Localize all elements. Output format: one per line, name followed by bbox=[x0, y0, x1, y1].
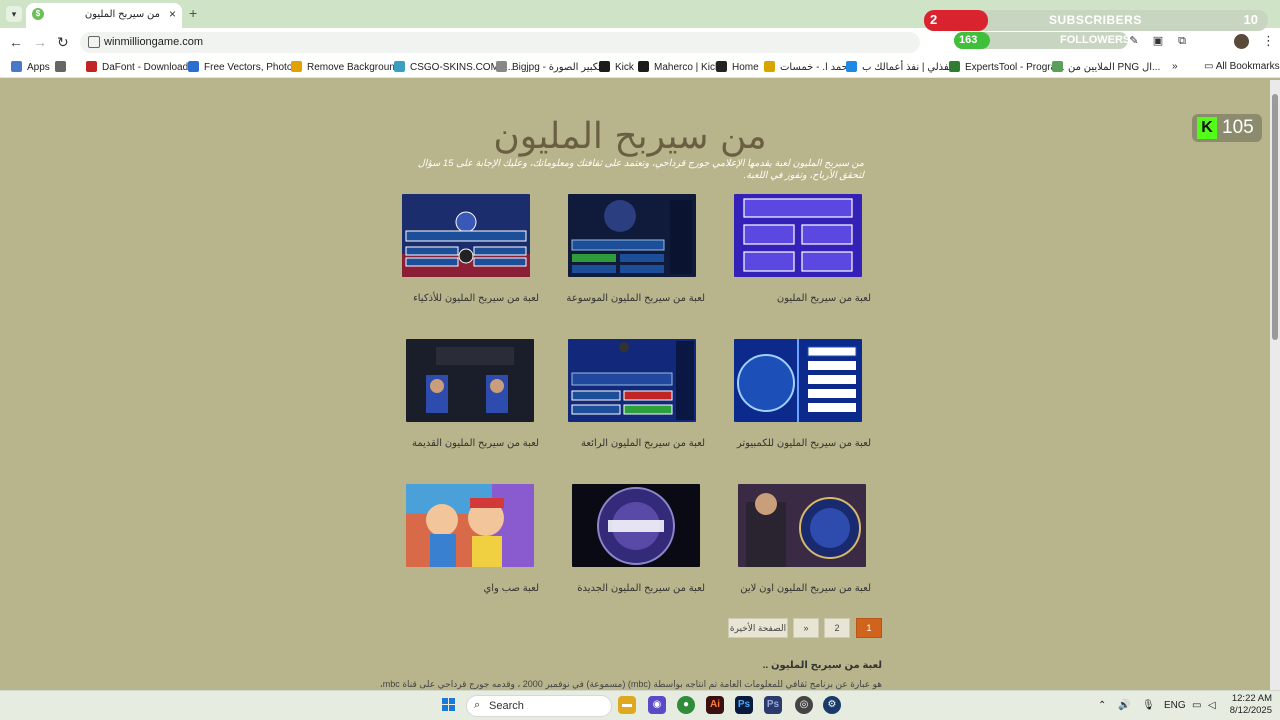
followers-goal-bar: 163 FOLLOWERS bbox=[954, 32, 1131, 49]
folder-icon: ▭ bbox=[1204, 61, 1216, 72]
followers-goal: 300 bbox=[1210, 35, 1227, 46]
game-thumbnail[interactable] bbox=[402, 194, 530, 277]
tab-title: من سيربح المليون bbox=[84, 9, 160, 20]
steam-icon[interactable]: ⚙ bbox=[823, 696, 841, 714]
forward-arrow-icon[interactable]: → bbox=[33, 34, 47, 50]
page-title: من سيربح المليون bbox=[493, 116, 767, 157]
bookmark-kick[interactable]: Kick bbox=[599, 61, 634, 75]
kick-count: 105 bbox=[1222, 117, 1254, 138]
tab-close-icon[interactable]: × bbox=[169, 7, 176, 21]
bookmark-apps[interactable]: Apps bbox=[11, 61, 50, 75]
speaker-icon[interactable]: ◁ bbox=[1208, 700, 1216, 711]
kick-viewers-badge: K 105 bbox=[1192, 114, 1262, 142]
language-indicator[interactable]: ENG bbox=[1164, 700, 1186, 711]
page-2-button[interactable]: 2 bbox=[824, 618, 850, 638]
game-thumbnail[interactable] bbox=[734, 194, 862, 277]
subscribers-goal-bar: 2 SUBSCRIBERS 10 bbox=[924, 10, 1268, 31]
kick-logo-icon: K bbox=[1197, 117, 1217, 139]
bookmark-bigjpg[interactable]: Bigjpg - تكبير الصورة bbox=[496, 61, 601, 75]
image-icon[interactable]: ▣ bbox=[1151, 34, 1165, 48]
volume-icon[interactable]: 🔊 bbox=[1118, 700, 1130, 711]
clock-date: 8/12/2025 bbox=[1229, 705, 1272, 716]
section-heading: لعبة من سيربح المليون .. bbox=[762, 660, 882, 671]
new-tab-icon[interactable]: + bbox=[189, 5, 197, 21]
discord-icon[interactable]: ◉ bbox=[648, 696, 666, 714]
illustrator-icon[interactable]: Ai bbox=[706, 696, 724, 714]
game-thumbnail[interactable] bbox=[572, 484, 700, 567]
bookmark-png[interactable]: الملايين من PNG ال... bbox=[1052, 61, 1160, 75]
file-explorer-icon[interactable]: ▬ bbox=[618, 696, 636, 714]
clock-time: 12:22 AM bbox=[1231, 693, 1272, 704]
scrollbar-thumb[interactable] bbox=[1272, 94, 1278, 340]
game-caption[interactable]: لعبة صب واي bbox=[319, 583, 539, 594]
photoshop-alt-icon[interactable]: Ps bbox=[764, 696, 782, 714]
address-url: winmilliongame.com bbox=[104, 36, 204, 48]
followers-count: 163 bbox=[959, 34, 978, 46]
reload-icon[interactable]: ↻ bbox=[57, 34, 69, 51]
chrome-icon[interactable]: ● bbox=[677, 696, 695, 714]
address-bar[interactable]: winmilliongame.com bbox=[80, 32, 920, 53]
game-thumbnail[interactable] bbox=[406, 339, 534, 422]
bookmark-expertstool[interactable]: ExpertsTool - Progra... bbox=[949, 61, 1064, 75]
bookmark-removebg[interactable]: Remove Backgroun... bbox=[291, 61, 403, 75]
bookmark-khamsat[interactable]: محمد ا. - خمسات bbox=[764, 61, 853, 75]
subscribers-count: 2 bbox=[930, 12, 938, 27]
photoshop-icon[interactable]: Ps bbox=[735, 696, 753, 714]
subscribers-label: SUBSCRIBERS bbox=[1049, 13, 1142, 27]
bookmark-maherco[interactable]: Maherco | Kick bbox=[638, 61, 720, 75]
subscribers-goal: 10 bbox=[1243, 12, 1258, 27]
taskbar-search-label: Search bbox=[489, 700, 524, 712]
bookmarks-bar: Apps DaFont - Download... Free Vectors, … bbox=[0, 56, 1280, 78]
taskbar-search[interactable]: ⌕ Search bbox=[466, 695, 612, 717]
pen-icon[interactable]: ✎ bbox=[1127, 34, 1141, 48]
bookmark-nafezly[interactable]: نفذلي | نفذ أعمالك ب... bbox=[846, 61, 960, 75]
back-arrow-icon[interactable]: ← bbox=[9, 34, 23, 50]
windows-start-icon[interactable] bbox=[442, 698, 456, 712]
extensions-icon[interactable]: ⧉ bbox=[1175, 34, 1189, 48]
page-1-button[interactable]: 1 bbox=[856, 618, 882, 638]
windows-taskbar: ⌕ Search ▬ ◉ ● Ai Ps Ps ◎ ⚙ ⌃ 🔊 🎙 ENG ▭ … bbox=[0, 690, 1280, 720]
next-page-button[interactable]: » bbox=[793, 618, 819, 638]
web-page: من سيربح المليون من سيربح المليون لعبة ي… bbox=[0, 80, 1270, 690]
game-caption[interactable]: لعبة من سيربح المليون القديمة bbox=[319, 438, 539, 449]
game-thumbnail[interactable] bbox=[406, 484, 534, 567]
game-thumbnail[interactable] bbox=[738, 484, 866, 567]
search-icon: ⌕ bbox=[474, 699, 481, 711]
profile-avatar[interactable] bbox=[1234, 34, 1249, 49]
bookmark-dafont[interactable]: DaFont - Download... bbox=[86, 61, 197, 75]
menu-kebab-icon[interactable]: ⋮ bbox=[1262, 33, 1275, 49]
bookmark-home[interactable]: Home bbox=[716, 61, 759, 75]
game-thumbnail[interactable] bbox=[568, 194, 696, 277]
followers-label: FOLLOWERS bbox=[1060, 34, 1131, 46]
bookmarks-overflow-icon[interactable]: » bbox=[1172, 61, 1178, 75]
display-icon[interactable]: ▭ bbox=[1192, 700, 1201, 711]
all-bookmarks[interactable]: ▭ All Bookmarks bbox=[1204, 61, 1280, 72]
obs-icon[interactable]: ◎ bbox=[795, 696, 813, 714]
active-tab[interactable]: $ من سيربح المليون × bbox=[26, 3, 182, 28]
last-page-button[interactable]: الصفحة الأخيرة bbox=[728, 618, 788, 638]
site-info-icon[interactable] bbox=[88, 36, 100, 48]
taskbar-clock[interactable]: 12:22 AM 8/12/2025 bbox=[1226, 693, 1272, 717]
game-caption[interactable]: لعبة من سيربح المليون للأذكياء bbox=[319, 293, 539, 304]
microphone-icon[interactable]: 🎙 bbox=[1142, 700, 1155, 711]
site-favicon-icon: $ bbox=[32, 8, 44, 20]
page-description: من سيربح المليون لعبة يقدمها الإعلامي جو… bbox=[417, 158, 864, 181]
bookmark-grid-icon[interactable] bbox=[55, 61, 71, 75]
game-thumbnail[interactable] bbox=[734, 339, 862, 422]
game-thumbnail[interactable] bbox=[568, 339, 696, 422]
tray-chevron-icon[interactable]: ⌃ bbox=[1098, 700, 1106, 711]
bookmark-freevectors[interactable]: Free Vectors, Photo... bbox=[188, 61, 301, 75]
tab-search-button[interactable]: ▾ bbox=[6, 6, 22, 22]
